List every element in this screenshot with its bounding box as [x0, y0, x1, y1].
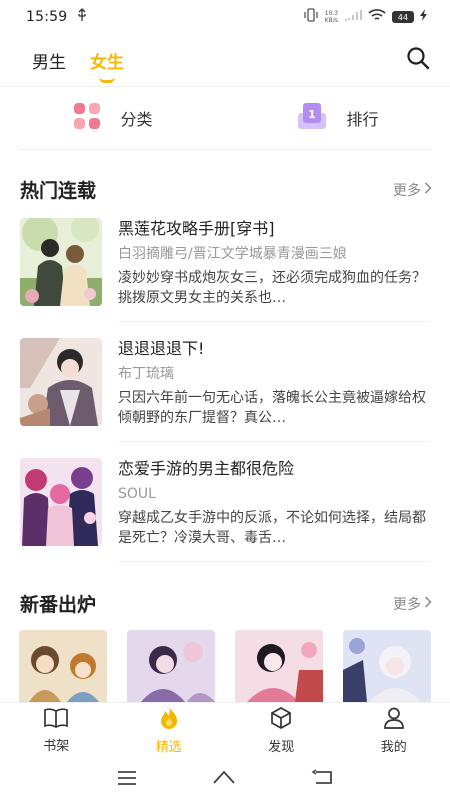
book-cover-image — [20, 218, 102, 306]
nav-discover[interactable]: 发现 — [225, 703, 338, 758]
new-book-cover[interactable] — [235, 630, 323, 702]
network-speed-value: 10.3 — [324, 10, 338, 17]
hot-section-title: 热门连载 — [20, 180, 97, 202]
book-title: 退退退退下! — [118, 339, 205, 358]
book-description: 穿越成乙女手游中的反派，不论如何选择，结局都是死亡？冷漠大哥、毒舌… — [118, 510, 426, 546]
wifi-icon — [368, 8, 386, 26]
tab-male-label: 男生 — [32, 52, 66, 73]
new-more-link[interactable]: 更多 — [393, 594, 432, 614]
bottom-nav: 书架 精选 发现 我的 — [0, 702, 450, 758]
tab-male[interactable]: 男生 — [32, 48, 66, 73]
signal-icon — [344, 9, 362, 25]
menu-icon[interactable] — [117, 770, 137, 789]
hot-book-item[interactable]: 恋爱手游的男主都很危险 SOUL 穿越成乙女手游中的反派，不论如何选择，结局都是… — [20, 458, 430, 546]
status-time: 15:59 — [26, 9, 68, 25]
quick-links: 分类 1 排行 — [0, 87, 450, 149]
category-grid-icon — [72, 101, 102, 135]
book-author: 白羽摘雕弓/晋江文学城暴青漫画三娘 — [118, 246, 347, 262]
top-nav: 男生 女生 — [0, 34, 450, 86]
book-title: 黑莲花攻略手册[穿书] — [118, 219, 275, 238]
tab-female-label: 女生 — [90, 52, 124, 73]
search-icon — [406, 46, 430, 74]
nav-featured-label: 精选 — [155, 740, 182, 755]
network-speed-unit: KB/s — [324, 17, 338, 24]
nav-profile-label: 我的 — [380, 740, 407, 755]
status-bar: 15:59 10.3 KB/s 44 — [0, 0, 450, 34]
vibrate-icon — [303, 8, 319, 26]
book-author: 布丁琉璃 — [118, 366, 174, 382]
hot-book-item[interactable]: 黑莲花攻略手册[穿书] 白羽摘雕弓/晋江文学城暴青漫画三娘 凌妙妙穿书成炮灰女三… — [20, 218, 430, 306]
battery-icon: 44 — [392, 11, 414, 23]
quick-links-divider — [18, 149, 432, 150]
book-description: 只因六年前一句无心话，落魄长公主竟被逼嫁给权倾朝野的东厂提督？真公… — [118, 390, 426, 426]
nav-bookshelf[interactable]: 书架 — [0, 703, 113, 758]
hot-more-label: 更多 — [393, 182, 421, 199]
nav-discover-label: 发现 — [268, 740, 295, 755]
ranking-label: 排行 — [346, 110, 379, 129]
user-icon — [382, 706, 406, 734]
book-description: 凌妙妙穿书成炮灰女三，还必须完成狗血的任务？挑拨原文男女主的关系也… — [118, 270, 426, 306]
tab-female[interactable]: 女生 — [90, 48, 124, 83]
new-book-cover[interactable] — [19, 630, 107, 702]
ranking-link[interactable]: 1 排行 — [225, 87, 450, 149]
nav-featured[interactable]: 精选 — [113, 703, 226, 758]
nav-profile[interactable]: 我的 — [338, 703, 450, 758]
charging-icon — [420, 9, 428, 25]
hot-book-item[interactable]: 退退退退下! 布丁琉璃 只因六年前一句无心话，落魄长公主竟被逼嫁给权倾朝野的东厂… — [20, 338, 430, 426]
search-button[interactable] — [404, 46, 432, 74]
network-speed: 10.3 KB/s — [325, 10, 338, 24]
home-icon[interactable] — [212, 769, 236, 789]
book-author: SOUL — [118, 486, 156, 502]
hot-section-header: 热门连载 更多 — [20, 176, 432, 203]
ranking-badge-icon: 1 — [296, 101, 328, 135]
new-book-cover[interactable] — [343, 630, 431, 702]
nav-bookshelf-label: 书架 — [43, 739, 70, 754]
chevron-right-icon — [424, 595, 432, 612]
item-divider — [118, 321, 430, 322]
book-title: 恋爱手游的男主都很危险 — [118, 459, 295, 478]
hot-more-link[interactable]: 更多 — [393, 180, 432, 200]
category-link[interactable]: 分类 — [0, 87, 225, 149]
cube-icon — [269, 706, 293, 734]
book-open-icon — [43, 707, 69, 733]
chevron-right-icon — [424, 181, 432, 198]
usb-icon — [77, 8, 87, 26]
system-nav-bar — [0, 758, 450, 800]
svg-text:1: 1 — [309, 108, 317, 121]
flame-icon — [158, 706, 180, 734]
category-label: 分类 — [120, 110, 153, 129]
back-icon[interactable] — [311, 769, 333, 789]
book-cover-image — [20, 458, 102, 546]
book-cover-image — [20, 338, 102, 426]
new-section-header: 新番出炉 更多 — [20, 590, 432, 617]
active-tab-indicator — [99, 77, 115, 83]
new-more-label: 更多 — [393, 596, 421, 613]
new-section-title: 新番出炉 — [20, 594, 97, 616]
new-book-cover[interactable] — [127, 630, 215, 702]
item-divider — [118, 441, 430, 442]
item-divider — [118, 561, 430, 562]
